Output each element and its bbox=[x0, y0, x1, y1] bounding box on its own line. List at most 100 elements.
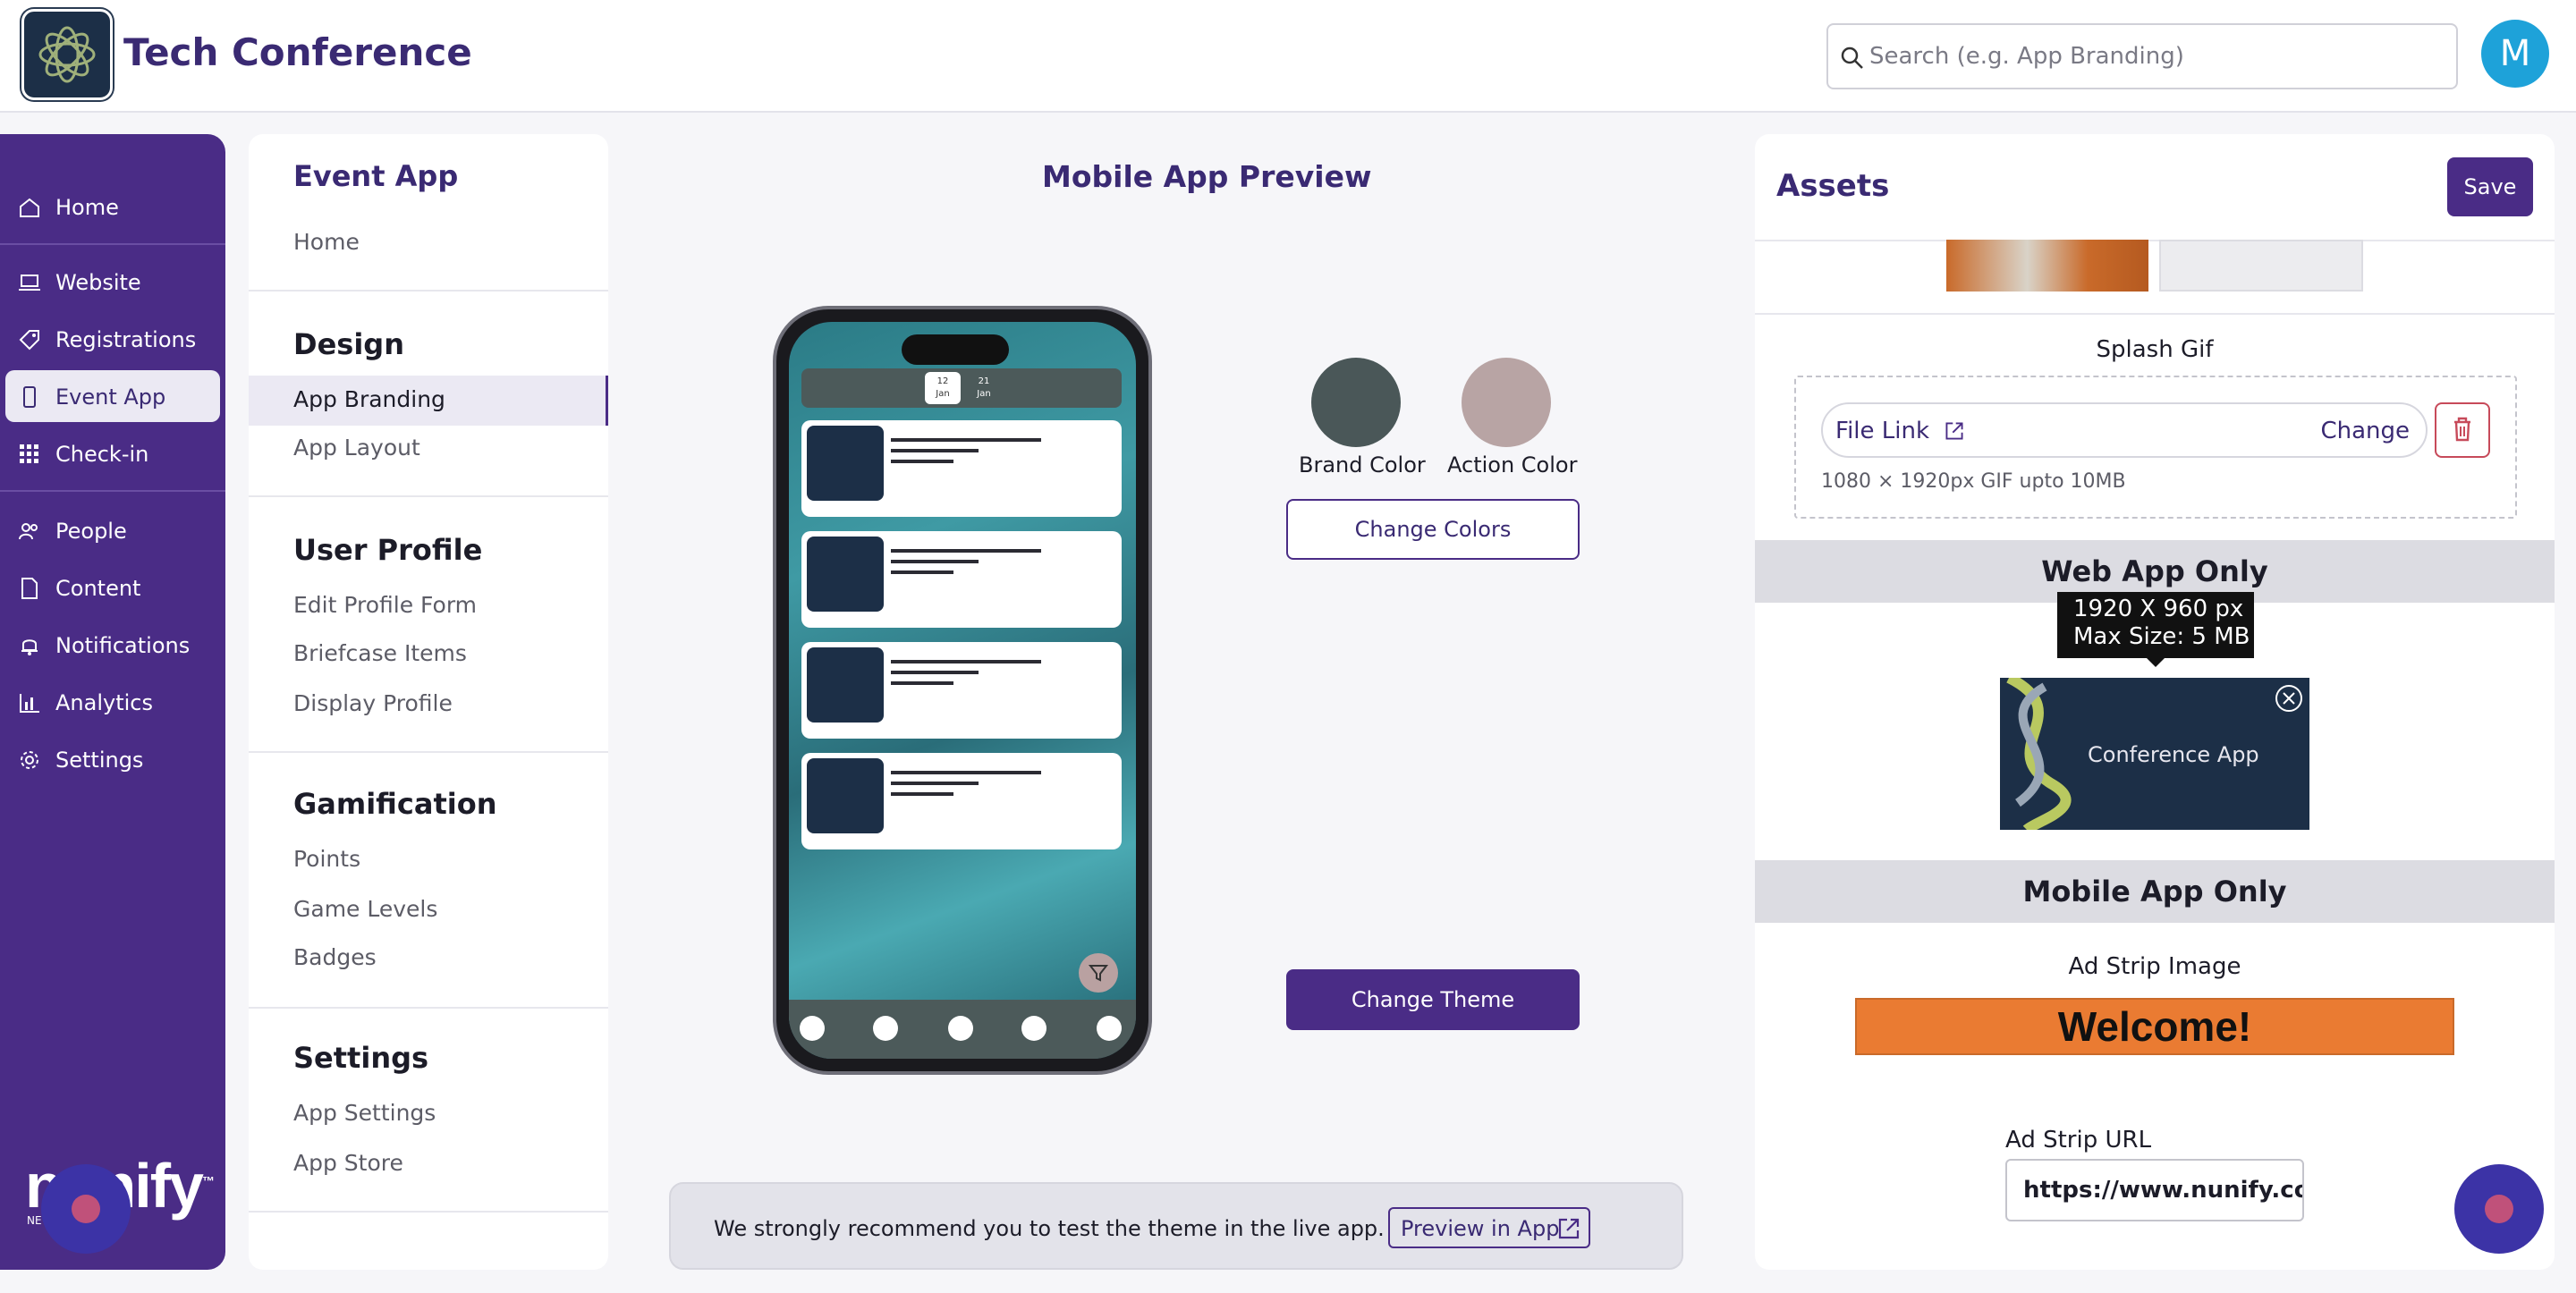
top-bar: Tech Conference Search (e.g. App Brandin… bbox=[0, 0, 2576, 113]
asset-thumbnail-leaves[interactable] bbox=[1946, 240, 2148, 292]
people-icon bbox=[19, 523, 38, 540]
menu-item-label: App Branding bbox=[293, 386, 445, 412]
date-chip[interactable]: 12 Jan bbox=[925, 372, 961, 404]
date-day: 12 bbox=[936, 376, 949, 386]
date-day: 21 bbox=[978, 376, 990, 386]
tab-dot[interactable] bbox=[800, 1016, 825, 1041]
tab-dot[interactable] bbox=[873, 1016, 898, 1041]
chat-widget-button[interactable] bbox=[41, 1164, 131, 1254]
menu-item-home[interactable]: Home bbox=[293, 229, 360, 255]
grid-icon bbox=[20, 444, 38, 463]
brand-sub-text: NE bbox=[27, 1214, 42, 1227]
sidebar-item-analytics[interactable]: Analytics bbox=[5, 676, 220, 728]
event-app-menu: Event App Home Design App Branding App L… bbox=[249, 134, 608, 1270]
sidebar-item-people[interactable]: People bbox=[5, 504, 220, 556]
search-input[interactable]: Search (e.g. App Branding) bbox=[1826, 23, 2458, 89]
sidebar-item-label: Settings bbox=[55, 748, 144, 773]
card-thumbnail bbox=[807, 758, 884, 833]
tab-dot[interactable] bbox=[1097, 1016, 1122, 1041]
flower-logo-icon bbox=[38, 26, 96, 83]
menu-divider bbox=[249, 290, 608, 292]
brand-color-swatch[interactable] bbox=[1311, 358, 1401, 447]
asset-thumbnail-blank[interactable] bbox=[2159, 240, 2363, 292]
sidebar-item-home[interactable]: Home bbox=[5, 181, 220, 232]
size-tooltip: 1920 X 960 px Max Size: 5 MB bbox=[2057, 592, 2254, 658]
menu-item-points[interactable]: Points bbox=[293, 846, 360, 872]
mobile-app-only-heading: Mobile App Only bbox=[1755, 860, 2555, 923]
change-theme-button[interactable]: Change Theme bbox=[1286, 969, 1580, 1030]
laptop-icon bbox=[19, 275, 40, 291]
menu-item-display-profile[interactable]: Display Profile bbox=[293, 690, 453, 716]
ad-strip-image-label: Ad Strip Image bbox=[2068, 953, 2241, 980]
search-placeholder: Search (e.g. App Branding) bbox=[1869, 43, 2184, 70]
menu-divider bbox=[249, 1007, 608, 1009]
assets-panel: Assets Save Splash Gif File Link Change … bbox=[1755, 134, 2555, 1270]
change-colors-button[interactable]: Change Colors bbox=[1286, 499, 1580, 560]
menu-heading-gamification: Gamification bbox=[293, 787, 497, 821]
app-title: Tech Conference bbox=[123, 30, 472, 74]
user-avatar[interactable]: M bbox=[2481, 20, 2549, 88]
tab-dot[interactable] bbox=[948, 1016, 973, 1041]
delete-button[interactable] bbox=[2435, 402, 2490, 458]
sidebar-item-notifications[interactable]: Notifications bbox=[5, 619, 220, 671]
menu-item-app-store[interactable]: App Store bbox=[293, 1150, 403, 1176]
text-line bbox=[891, 460, 953, 463]
sidebar-item-event-app[interactable]: Event App bbox=[5, 370, 220, 422]
support-chat-button[interactable] bbox=[2454, 1164, 2544, 1254]
splash-gif-dropzone[interactable]: File Link Change 1080 × 1920px GIF upto … bbox=[1794, 376, 2517, 519]
notice-text: We strongly recommend you to test the th… bbox=[714, 1216, 1385, 1241]
close-icon[interactable] bbox=[2274, 683, 2304, 714]
file-link-label: File Link bbox=[1835, 418, 1930, 444]
phone-screen: 12 Jan 21 Jan bbox=[789, 322, 1136, 1059]
change-file-button[interactable]: Change bbox=[2320, 418, 2410, 444]
date-month: Jan bbox=[936, 389, 950, 399]
sidebar-item-content[interactable]: Content bbox=[5, 562, 220, 613]
action-color-swatch[interactable] bbox=[1462, 358, 1551, 447]
phone-tab-bar bbox=[789, 1000, 1136, 1059]
file-link-text[interactable]: File Link bbox=[1835, 418, 1965, 444]
nav-divider bbox=[0, 243, 225, 245]
sidebar-item-settings[interactable]: Settings bbox=[5, 733, 220, 785]
brand-color-label: Brand Color bbox=[1299, 452, 1426, 477]
ad-strip-image[interactable]: Welcome! bbox=[1855, 998, 2454, 1055]
brand-trademark: ™ bbox=[201, 1173, 215, 1188]
menu-item-briefcase-items[interactable]: Briefcase Items bbox=[293, 640, 467, 666]
menu-item-app-layout[interactable]: App Layout bbox=[293, 435, 420, 461]
menu-item-game-levels[interactable]: Game Levels bbox=[293, 896, 437, 922]
preview-in-app-button[interactable]: Preview in App bbox=[1388, 1207, 1590, 1248]
bell-icon bbox=[21, 639, 38, 655]
menu-item-badges[interactable]: Badges bbox=[293, 944, 377, 970]
web-banner-image[interactable]: Conference App bbox=[2000, 678, 2309, 830]
filter-icon[interactable] bbox=[1079, 953, 1118, 993]
sidebar-item-label: Registrations bbox=[55, 327, 197, 352]
menu-item-app-settings[interactable]: App Settings bbox=[293, 1100, 436, 1126]
sidebar-item-check-in[interactable]: Check-in bbox=[5, 427, 220, 479]
card-thumbnail bbox=[807, 426, 884, 501]
save-button[interactable]: Save bbox=[2447, 157, 2533, 216]
menu-item-edit-profile-form[interactable]: Edit Profile Form bbox=[293, 592, 477, 618]
text-line bbox=[891, 570, 953, 574]
text-line bbox=[891, 560, 979, 563]
sidebar-item-label: People bbox=[55, 519, 127, 544]
sidebar-item-website[interactable]: Website bbox=[5, 256, 220, 308]
phone-mockup: 12 Jan 21 Jan bbox=[773, 306, 1152, 1075]
search-icon bbox=[1841, 46, 1863, 69]
session-card bbox=[801, 642, 1122, 739]
tooltip-line: 1920 X 960 px bbox=[2073, 596, 2244, 622]
ad-strip-url-input[interactable]: https://www.nunify.com bbox=[2005, 1159, 2304, 1221]
trash-icon bbox=[2454, 417, 2470, 442]
text-line bbox=[891, 549, 1041, 553]
text-line bbox=[891, 660, 1041, 663]
app-logo[interactable] bbox=[21, 9, 113, 100]
sidebar-item-label: Home bbox=[55, 195, 119, 220]
text-line bbox=[891, 449, 979, 452]
text-line bbox=[891, 792, 953, 796]
menu-heading-design: Design bbox=[293, 327, 404, 361]
tab-dot[interactable] bbox=[1021, 1016, 1046, 1041]
menu-item-app-branding[interactable]: App Branding bbox=[249, 376, 608, 426]
splash-file-link-field[interactable]: File Link Change bbox=[1821, 402, 2428, 458]
sidebar-item-registrations[interactable]: Registrations bbox=[5, 313, 220, 365]
tag-icon bbox=[19, 330, 39, 351]
date-chip[interactable]: 21 Jan bbox=[966, 372, 1002, 404]
dynamic-island bbox=[902, 334, 1009, 365]
